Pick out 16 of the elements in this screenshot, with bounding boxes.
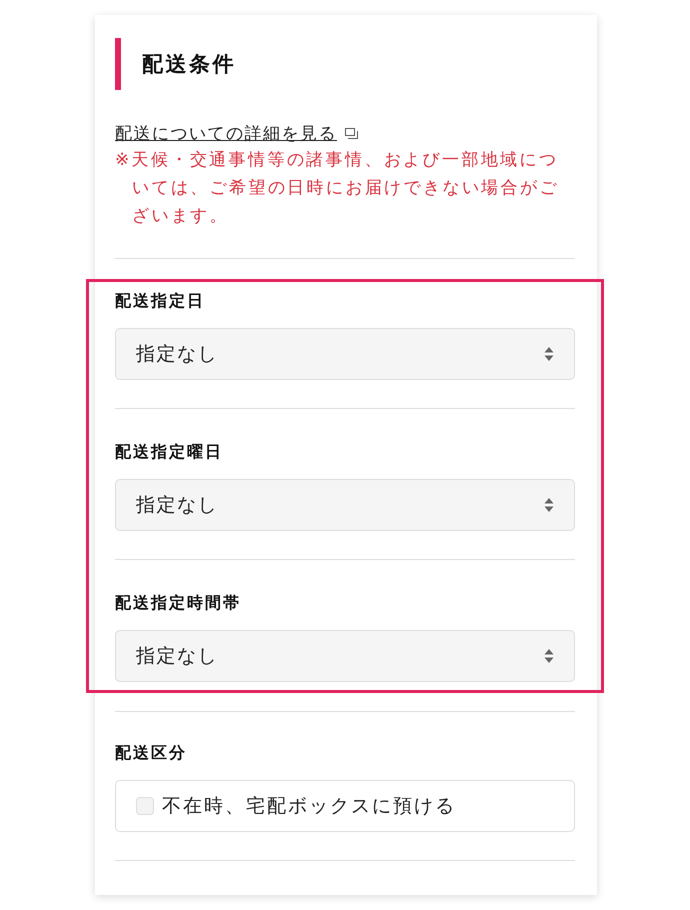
checkbox[interactable] (136, 797, 154, 815)
field-label: 配送指定曜日 (115, 441, 224, 463)
checkbox-option[interactable]: 不在時、宅配ボックスに預ける (115, 780, 575, 832)
field-label: 配送指定時間帯 (115, 592, 242, 614)
field-label: 配送区分 (115, 742, 188, 764)
section-heading: 配送条件 (115, 38, 575, 90)
select-field[interactable]: 指定なし (115, 328, 575, 380)
external-window-icon (345, 128, 358, 138)
sort-arrows-icon (544, 346, 554, 362)
select-field[interactable]: 指定なし (115, 479, 575, 531)
notice-text: ※天候・交通事情等の諸事情、および一部地域については、ご希望の日時にお届けできない場合がございます。 (115, 149, 560, 228)
field-label: 配送指定日 (115, 290, 206, 312)
details-link[interactable]: 配送についての詳細を見る (115, 122, 337, 144)
sort-arrows-icon (544, 497, 554, 513)
select-field[interactable]: 指定なし (115, 630, 575, 682)
sort-arrows-icon (544, 648, 554, 664)
